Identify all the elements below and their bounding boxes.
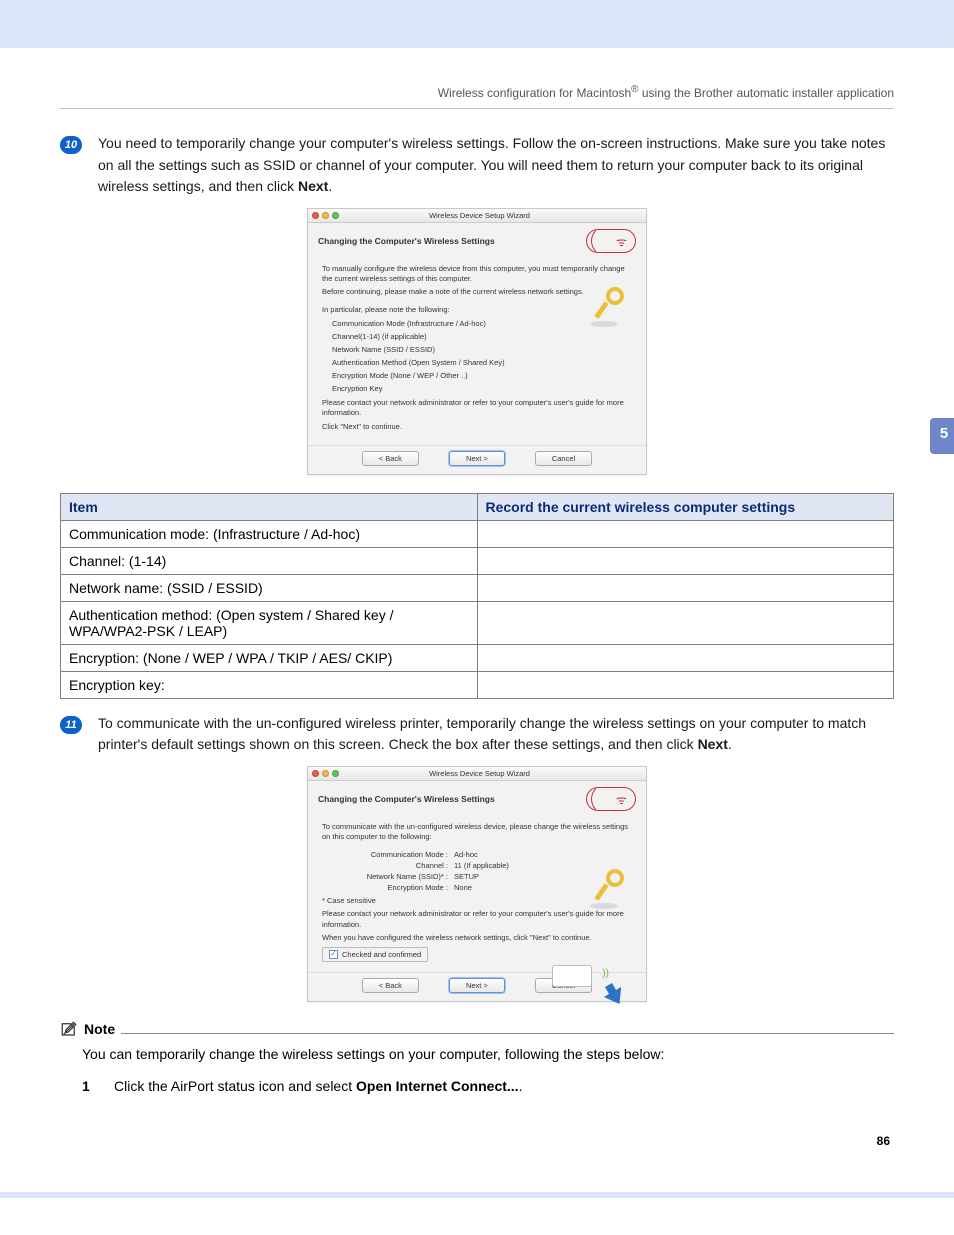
table-header-record: Record the current wireless computer set… [477,493,894,520]
back-button[interactable]: < Back [362,978,419,993]
table-row: Communication mode: (Infrastructure / Ad… [61,520,894,547]
step-11-text: To communicate with the un-configured wi… [98,713,894,756]
table-row: Network name: (SSID / ESSID) [61,574,894,601]
dialog-title: Wireless Device Setup Wizard [317,211,642,220]
table-header-item: Item [61,493,478,520]
dialog-title: Wireless Device Setup Wizard [317,769,642,778]
note-icon [60,1020,78,1038]
dialog-settings-list: Communication Mode (Infrastructure / Ad-… [332,319,632,395]
running-header: Wireless configuration for Macintosh® us… [60,84,894,109]
router-icon [552,965,592,987]
dialog-body: To communicate with the un-configured wi… [308,815,646,972]
step-11: 11 To communicate with the un-configured… [60,713,894,756]
header-text-a: Wireless configuration for Macintosh [438,86,631,100]
table-row: Encryption: (None / WEP / WPA / TKIP / A… [61,644,894,671]
note-title: Note [84,1021,115,1037]
page-number: 86 [60,1134,894,1148]
table-row: Channel: (1-14) [61,547,894,574]
arrow-icon [604,987,628,1009]
step-bullet-10: 10 [60,136,82,154]
step-10: 10 You need to temporarily change your c… [60,133,894,198]
back-button[interactable]: < Back [362,451,419,466]
dialog-buttons: < Back Next > Cancel [308,445,646,474]
top-strip [0,0,954,48]
step-bullet-11: 11 [60,716,82,734]
dialog-match-printer-settings: Wireless Device Setup Wizard Changing th… [307,766,647,1002]
dialog-heading: Changing the Computer's Wireless Setting… [318,236,495,246]
dialog-wireless-settings-note: Wireless Device Setup Wizard Changing th… [307,208,647,475]
note-substep-1: 1 Click the AirPort status icon and sele… [82,1078,894,1094]
record-cell[interactable] [477,547,894,574]
header-text-b: using the Brother automatic installer ap… [642,86,894,100]
record-cell[interactable] [477,671,894,698]
dialog-titlebar: Wireless Device Setup Wizard [308,209,646,223]
page: Wireless configuration for Macintosh® us… [0,0,954,1198]
dialog-body: To manually configure the wireless devic… [308,257,646,445]
note-block: Note You can temporarily change the wire… [60,1020,894,1094]
cancel-button[interactable]: Cancel [535,451,592,466]
record-cell[interactable] [477,644,894,671]
router-arrow-illustration [552,961,626,1001]
checked-confirmed-checkbox[interactable]: Checked and confirmed [322,947,428,962]
substep-number: 1 [82,1078,114,1094]
registered-mark: ® [631,84,638,95]
key-illustration [588,287,624,323]
dialog-heading: Changing the Computer's Wireless Setting… [318,794,495,804]
page-content: Wireless configuration for Macintosh® us… [0,48,954,1188]
record-cell[interactable] [477,601,894,644]
next-button[interactable]: Next > [449,451,505,466]
brother-wireless-logo [586,787,636,811]
bottom-strip [0,1192,954,1198]
section-tab: 5 [930,418,954,454]
substep-text: Click the AirPort status icon and select… [114,1078,522,1094]
settings-record-table: Item Record the current wireless compute… [60,493,894,699]
table-header-row: Item Record the current wireless compute… [61,493,894,520]
brother-wireless-logo [586,229,636,253]
record-cell[interactable] [477,520,894,547]
step-10-text: You need to temporarily change your comp… [98,133,894,198]
next-button[interactable]: Next > [449,978,505,993]
dialog-titlebar: Wireless Device Setup Wizard [308,767,646,781]
note-body: You can temporarily change the wireless … [82,1044,894,1066]
table-row: Encryption key: [61,671,894,698]
table-row: Authentication method: (Open system / Sh… [61,601,894,644]
note-divider [121,1033,894,1034]
key-illustration [588,869,624,905]
record-cell[interactable] [477,574,894,601]
checkbox-icon [329,950,338,959]
